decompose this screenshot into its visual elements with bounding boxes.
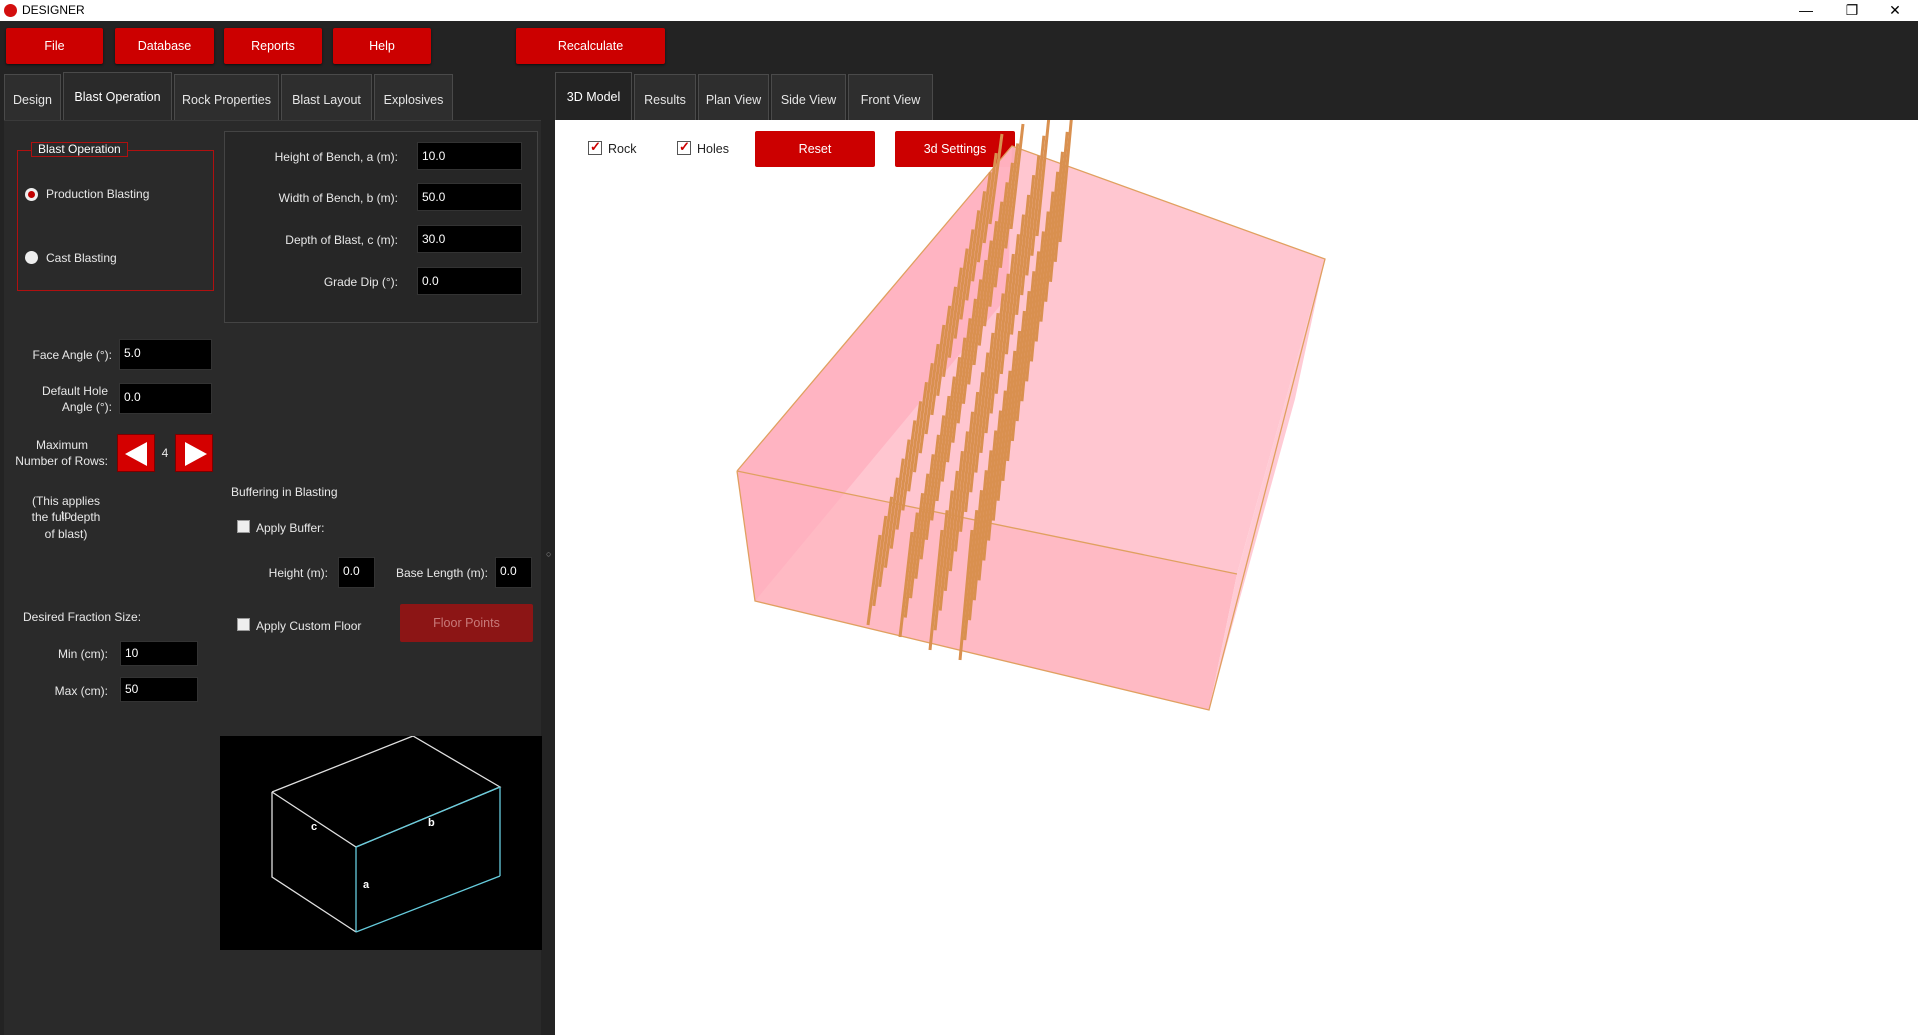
min-fraction-input[interactable]: 10 bbox=[120, 641, 198, 666]
close-button[interactable]: ✕ bbox=[1872, 0, 1918, 21]
arrow-right-icon bbox=[185, 442, 207, 466]
base-length-input[interactable]: 0.0 bbox=[495, 557, 532, 588]
production-blasting-radio[interactable] bbox=[25, 188, 38, 201]
recalculate-button[interactable]: Recalculate bbox=[516, 28, 665, 64]
help-menu-button[interactable]: Help bbox=[333, 28, 431, 64]
arrow-left-icon bbox=[125, 442, 147, 466]
max-rows-label-2: Number of Rows: bbox=[15, 454, 108, 468]
cast-blasting-label: Cast Blasting bbox=[46, 251, 117, 265]
title-bar: DESIGNER — ❐ ✕ bbox=[0, 0, 1918, 21]
rows-decrement-button[interactable] bbox=[117, 434, 155, 472]
max-fraction-label: Max (cm): bbox=[54, 684, 108, 698]
tab-3d-model[interactable]: 3D Model bbox=[555, 72, 632, 120]
bench-diagram-drawing bbox=[271, 735, 502, 933]
panel-splitter[interactable]: ○ bbox=[545, 70, 555, 1035]
fraction-title: Desired Fraction Size: bbox=[23, 610, 142, 624]
file-menu-button[interactable]: File bbox=[6, 28, 103, 64]
hole-angle-input[interactable]: 0.0 bbox=[119, 383, 212, 414]
splitter-handle-icon: ○ bbox=[546, 549, 552, 559]
tab-blast-operation[interactable]: Blast Operation bbox=[63, 72, 172, 120]
rock-3d-model bbox=[736, 120, 1326, 711]
reports-menu-button[interactable]: Reports bbox=[224, 28, 322, 64]
apply-buffer-checkbox[interactable] bbox=[237, 520, 250, 533]
apply-buffer-label: Apply Buffer: bbox=[256, 521, 325, 535]
grade-dip-input[interactable]: 0.0 bbox=[417, 267, 522, 295]
buffering-title: Buffering in Blasting bbox=[231, 485, 338, 499]
diagram-label-b: b bbox=[428, 817, 435, 829]
bench-diagram: c b a bbox=[220, 735, 542, 950]
diagram-label-a: a bbox=[363, 879, 370, 891]
bench-height-input[interactable]: 10.0 bbox=[417, 142, 522, 170]
face-angle-label: Face Angle (°): bbox=[32, 348, 113, 362]
tab-front-view[interactable]: Front View bbox=[848, 74, 933, 120]
tab-rock-properties[interactable]: Rock Properties bbox=[174, 74, 279, 120]
tab-side-view[interactable]: Side View bbox=[771, 74, 846, 120]
cast-blasting-radio[interactable] bbox=[25, 251, 38, 264]
base-length-label: Base Length (m): bbox=[395, 566, 488, 580]
face-angle-input[interactable]: 5.0 bbox=[119, 339, 212, 370]
restore-button[interactable]: ❐ bbox=[1829, 0, 1875, 21]
tab-plan-view[interactable]: Plan View bbox=[698, 74, 769, 120]
database-menu-button[interactable]: Database bbox=[115, 28, 214, 64]
minimize-button[interactable]: — bbox=[1783, 0, 1829, 21]
rows-note-3: of blast) bbox=[44, 527, 88, 541]
hole-angle-label-2: Angle (°): bbox=[61, 400, 112, 414]
blast-depth-input[interactable]: 30.0 bbox=[417, 225, 522, 253]
tab-blast-layout[interactable]: Blast Layout bbox=[281, 74, 372, 120]
floor-points-button[interactable]: Floor Points bbox=[400, 604, 533, 642]
production-blasting-label: Production Blasting bbox=[46, 187, 150, 201]
tab-explosives[interactable]: Explosives bbox=[374, 74, 453, 120]
min-fraction-label: Min (cm): bbox=[58, 647, 108, 661]
rows-note-2: the full depth bbox=[31, 510, 101, 524]
window-title: DESIGNER bbox=[22, 3, 85, 17]
diagram-label-c: c bbox=[311, 821, 318, 833]
bench-width-input[interactable]: 50.0 bbox=[417, 183, 522, 211]
bench-width-label: Width of Bench, b (m): bbox=[278, 191, 398, 205]
custom-floor-checkbox[interactable] bbox=[237, 618, 250, 631]
rows-value: 4 bbox=[161, 446, 169, 460]
grade-dip-label: Grade Dip (°): bbox=[323, 275, 398, 289]
buffer-height-input[interactable]: 0.0 bbox=[338, 557, 375, 588]
bench-height-label: Height of Bench, a (m): bbox=[274, 150, 398, 164]
hole-angle-label-1: Default Hole bbox=[41, 384, 108, 398]
custom-floor-label: Apply Custom Floor bbox=[256, 619, 362, 633]
tab-results[interactable]: Results bbox=[634, 74, 696, 120]
buffer-height-label: Height (m): bbox=[268, 566, 328, 580]
menu-bar: File Database Reports Help Recalculate bbox=[0, 21, 1918, 70]
max-rows-label-1: Maximum bbox=[35, 438, 88, 452]
blast-operation-group bbox=[17, 150, 214, 291]
app-logo-icon bbox=[4, 4, 17, 17]
blast-operation-group-title: Blast Operation bbox=[31, 142, 128, 157]
rows-increment-button[interactable] bbox=[175, 434, 213, 472]
blast-depth-label: Depth of Blast, c (m): bbox=[285, 233, 398, 247]
max-fraction-input[interactable]: 50 bbox=[120, 677, 198, 702]
tab-design[interactable]: Design bbox=[4, 74, 61, 120]
3d-viewport[interactable]: Rock Holes Reset 3d Settings bbox=[555, 120, 1918, 1035]
